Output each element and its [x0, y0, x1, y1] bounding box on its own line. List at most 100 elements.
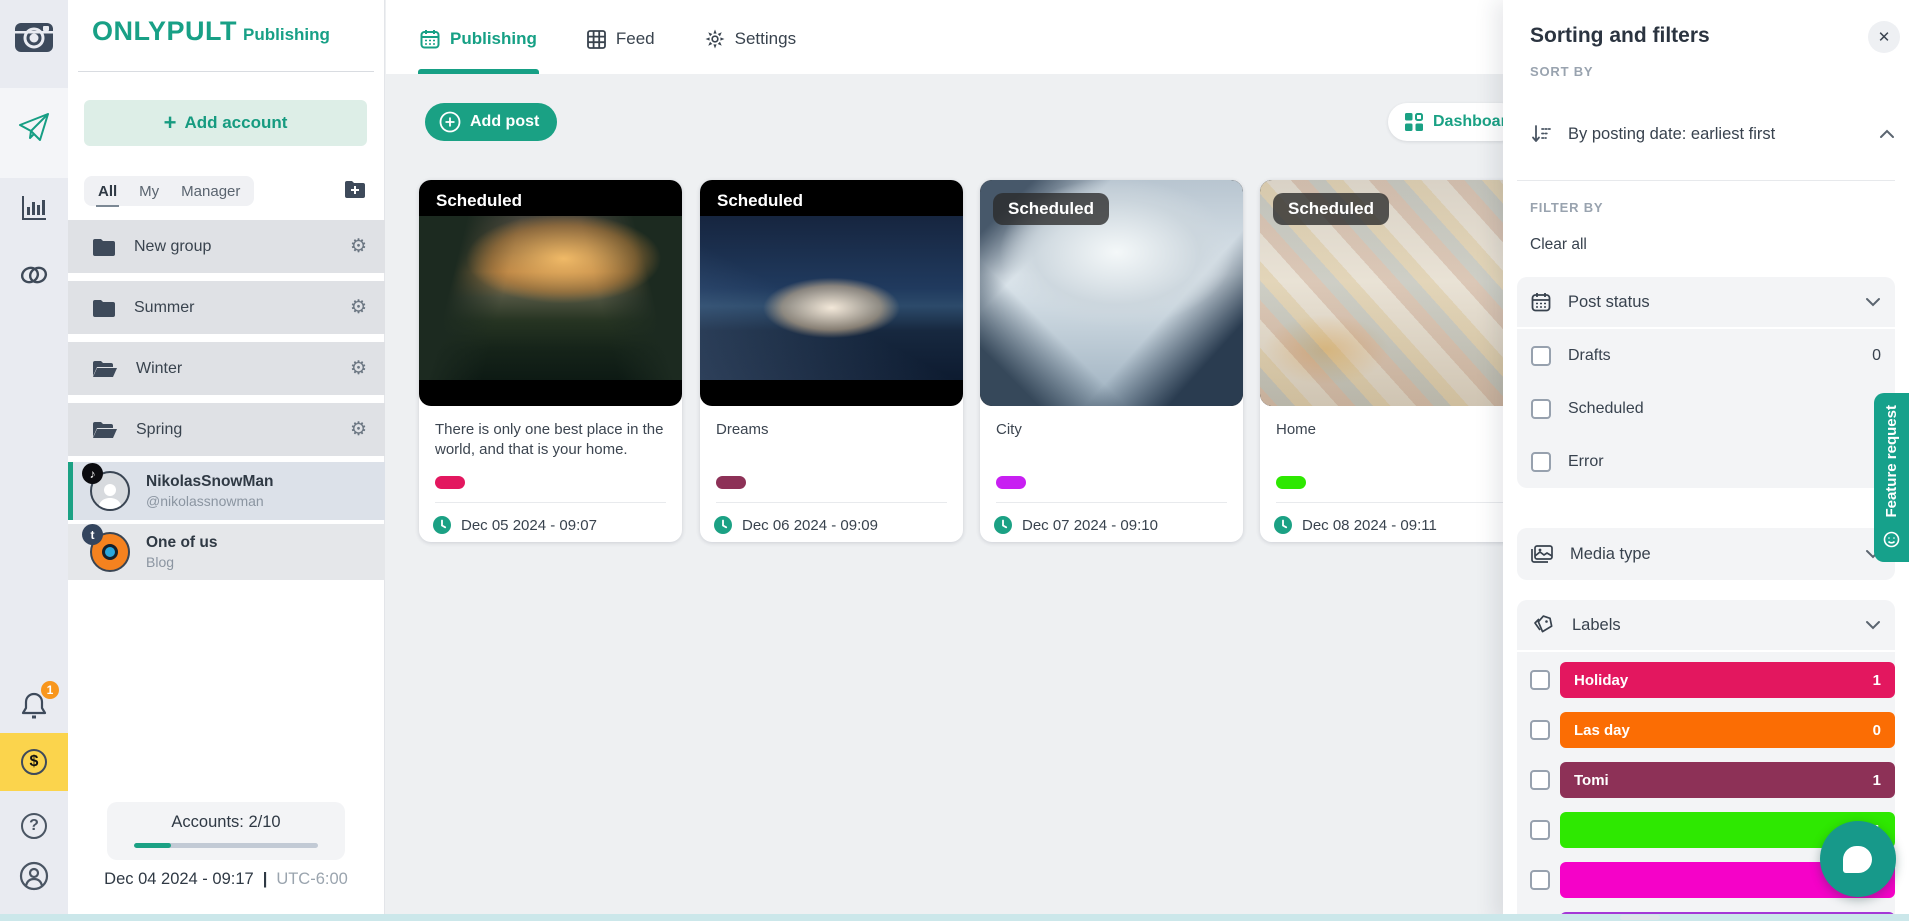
feature-request-tab[interactable]: Feature request [1874, 393, 1909, 562]
tab-settings[interactable]: Settings [705, 0, 796, 74]
brand-logo[interactable]: ONLYPULT Publishing [92, 16, 330, 47]
bell-icon: 1 [19, 690, 49, 720]
label-pill[interactable]: Holiday 1 [1560, 662, 1895, 698]
chat-launcher-button[interactable] [1820, 821, 1896, 897]
divider [716, 502, 947, 503]
label-row-las-day: Las day 0 [1517, 712, 1895, 748]
label-pill[interactable]: Tomi 1 [1560, 762, 1895, 798]
person-icon [19, 861, 49, 891]
panel-title: Sorting and filters [1530, 24, 1710, 48]
gear-icon [705, 29, 725, 49]
group-row-new-group[interactable]: New group ⚙ [68, 220, 385, 273]
group-row-summer[interactable]: Summer ⚙ [68, 281, 385, 334]
gear-icon[interactable]: ⚙ [350, 420, 367, 439]
media-type-header[interactable]: Media type [1517, 528, 1895, 580]
gear-icon[interactable]: ⚙ [350, 237, 367, 256]
paper-plane-icon [18, 112, 50, 142]
gear-icon[interactable]: ⚙ [350, 359, 367, 378]
datetime-separator: | [263, 870, 268, 889]
drafts-checkbox[interactable] [1531, 346, 1551, 366]
icon-rail: 1 $ ? [0, 0, 68, 921]
rail-item-help[interactable]: ? [0, 806, 68, 846]
clear-all-link[interactable]: Clear all [1530, 236, 1587, 254]
chevron-up-icon [1879, 129, 1895, 139]
add-post-button[interactable]: Add post [425, 103, 557, 141]
rail-item-notifications[interactable]: 1 [0, 683, 68, 727]
close-icon[interactable]: ✕ [1868, 21, 1900, 53]
post-card[interactable]: Scheduled City Dec 07 2024 - 09:10 [980, 180, 1243, 542]
add-group-folder-icon[interactable] [344, 180, 366, 198]
label-pill[interactable]: Las day 0 [1560, 712, 1895, 748]
rail-item-profile[interactable] [0, 856, 68, 896]
scheduled-checkbox[interactable] [1531, 399, 1551, 419]
tab-publishing[interactable]: Publishing [420, 0, 537, 74]
option-label: Drafts [1568, 347, 1855, 365]
post-card[interactable]: Scheduled Dreams Dec 06 2024 - 09:09 [700, 180, 963, 542]
clock-icon [433, 516, 451, 534]
folder-open-icon [92, 360, 118, 378]
clock-icon [1274, 516, 1292, 534]
label-checkbox[interactable] [1530, 670, 1550, 690]
media-icon [1531, 545, 1553, 563]
label-checkbox[interactable] [1530, 870, 1550, 890]
account-row-nikolassnowman[interactable]: ♪ NikolasSnowMan @nikolassnowman [68, 462, 385, 520]
filter-option-error: Error [1517, 435, 1895, 488]
tab-all[interactable]: All [98, 183, 117, 200]
current-datetime: Dec 04 2024 - 09:17 | UTC-6:00 [68, 870, 384, 889]
avatar: t [90, 532, 130, 572]
group-row-spring[interactable]: Spring ⚙ [68, 403, 385, 456]
horizontal-scrollbar[interactable] [0, 914, 1909, 921]
rail-item-analytics[interactable] [0, 188, 68, 228]
usage-progress-fill [134, 843, 171, 848]
divider [78, 71, 374, 72]
add-account-button[interactable]: + Add account [84, 100, 367, 146]
label-checkbox[interactable] [1530, 820, 1550, 840]
selected-account-indicator [68, 462, 73, 520]
tab-feed[interactable]: Feed [587, 0, 655, 74]
tab-label: Settings [735, 29, 796, 49]
chevron-down-icon [1865, 620, 1881, 630]
post-caption: City [996, 420, 1229, 440]
label-count: 0 [1873, 722, 1881, 739]
post-card[interactable]: Scheduled There is only one best place i… [419, 180, 682, 542]
scrollbar-thumb[interactable] [1620, 915, 1660, 920]
group-row-winter[interactable]: Winter ⚙ [68, 342, 385, 395]
calendar-icon [1531, 292, 1551, 312]
grid-icon [587, 30, 606, 49]
labels-header[interactable]: Labels [1517, 600, 1895, 652]
account-name: One of us [146, 533, 217, 553]
sort-option-row[interactable]: By posting date: earliest first [1530, 118, 1895, 150]
post-date: Dec 08 2024 - 09:11 [1302, 517, 1437, 534]
label-checkbox[interactable] [1530, 720, 1550, 740]
account-row-one-of-us[interactable]: t One of us Blog [68, 524, 385, 580]
post-media: Scheduled [980, 180, 1243, 406]
sort-option-label: By posting date: earliest first [1568, 125, 1863, 144]
post-card[interactable]: Scheduled Home Dec 08 2024 - 09:11 [1260, 180, 1523, 542]
post-status-section: Post status Drafts 0 Scheduled Error [1517, 277, 1895, 488]
label-checkbox[interactable] [1530, 770, 1550, 790]
rail-item-publishing[interactable] [0, 105, 68, 149]
filter-option-drafts: Drafts 0 [1517, 329, 1895, 382]
post-label-color [996, 476, 1026, 489]
sorting-filters-panel: Sorting and filters ✕ SORT BY By posting… [1503, 0, 1909, 921]
filter-option-scheduled: Scheduled [1517, 382, 1895, 435]
tab-my[interactable]: My [139, 183, 159, 200]
label-count: 1 [1873, 672, 1881, 689]
status-badge: Scheduled [1273, 193, 1389, 225]
rail-item-billing[interactable]: $ [0, 733, 68, 791]
gear-icon[interactable]: ⚙ [350, 298, 367, 317]
speech-bubble-icon [1843, 846, 1872, 873]
rail-item-links[interactable] [0, 255, 68, 295]
tab-manager[interactable]: Manager [181, 183, 240, 200]
post-image-lake-island [419, 216, 682, 380]
tab-label: Publishing [450, 29, 537, 49]
status-badge: Scheduled [993, 193, 1109, 225]
post-date: Dec 06 2024 - 09:09 [742, 517, 878, 534]
account-filter-tabs: All My Manager [84, 176, 254, 206]
error-checkbox[interactable] [1531, 452, 1551, 472]
folder-closed-icon [92, 238, 116, 256]
add-post-label: Add post [470, 113, 539, 131]
dashboard-button[interactable]: Dashboard [1388, 103, 1520, 141]
post-status-header[interactable]: Post status [1517, 277, 1895, 329]
app-logo-camera[interactable] [0, 14, 68, 58]
